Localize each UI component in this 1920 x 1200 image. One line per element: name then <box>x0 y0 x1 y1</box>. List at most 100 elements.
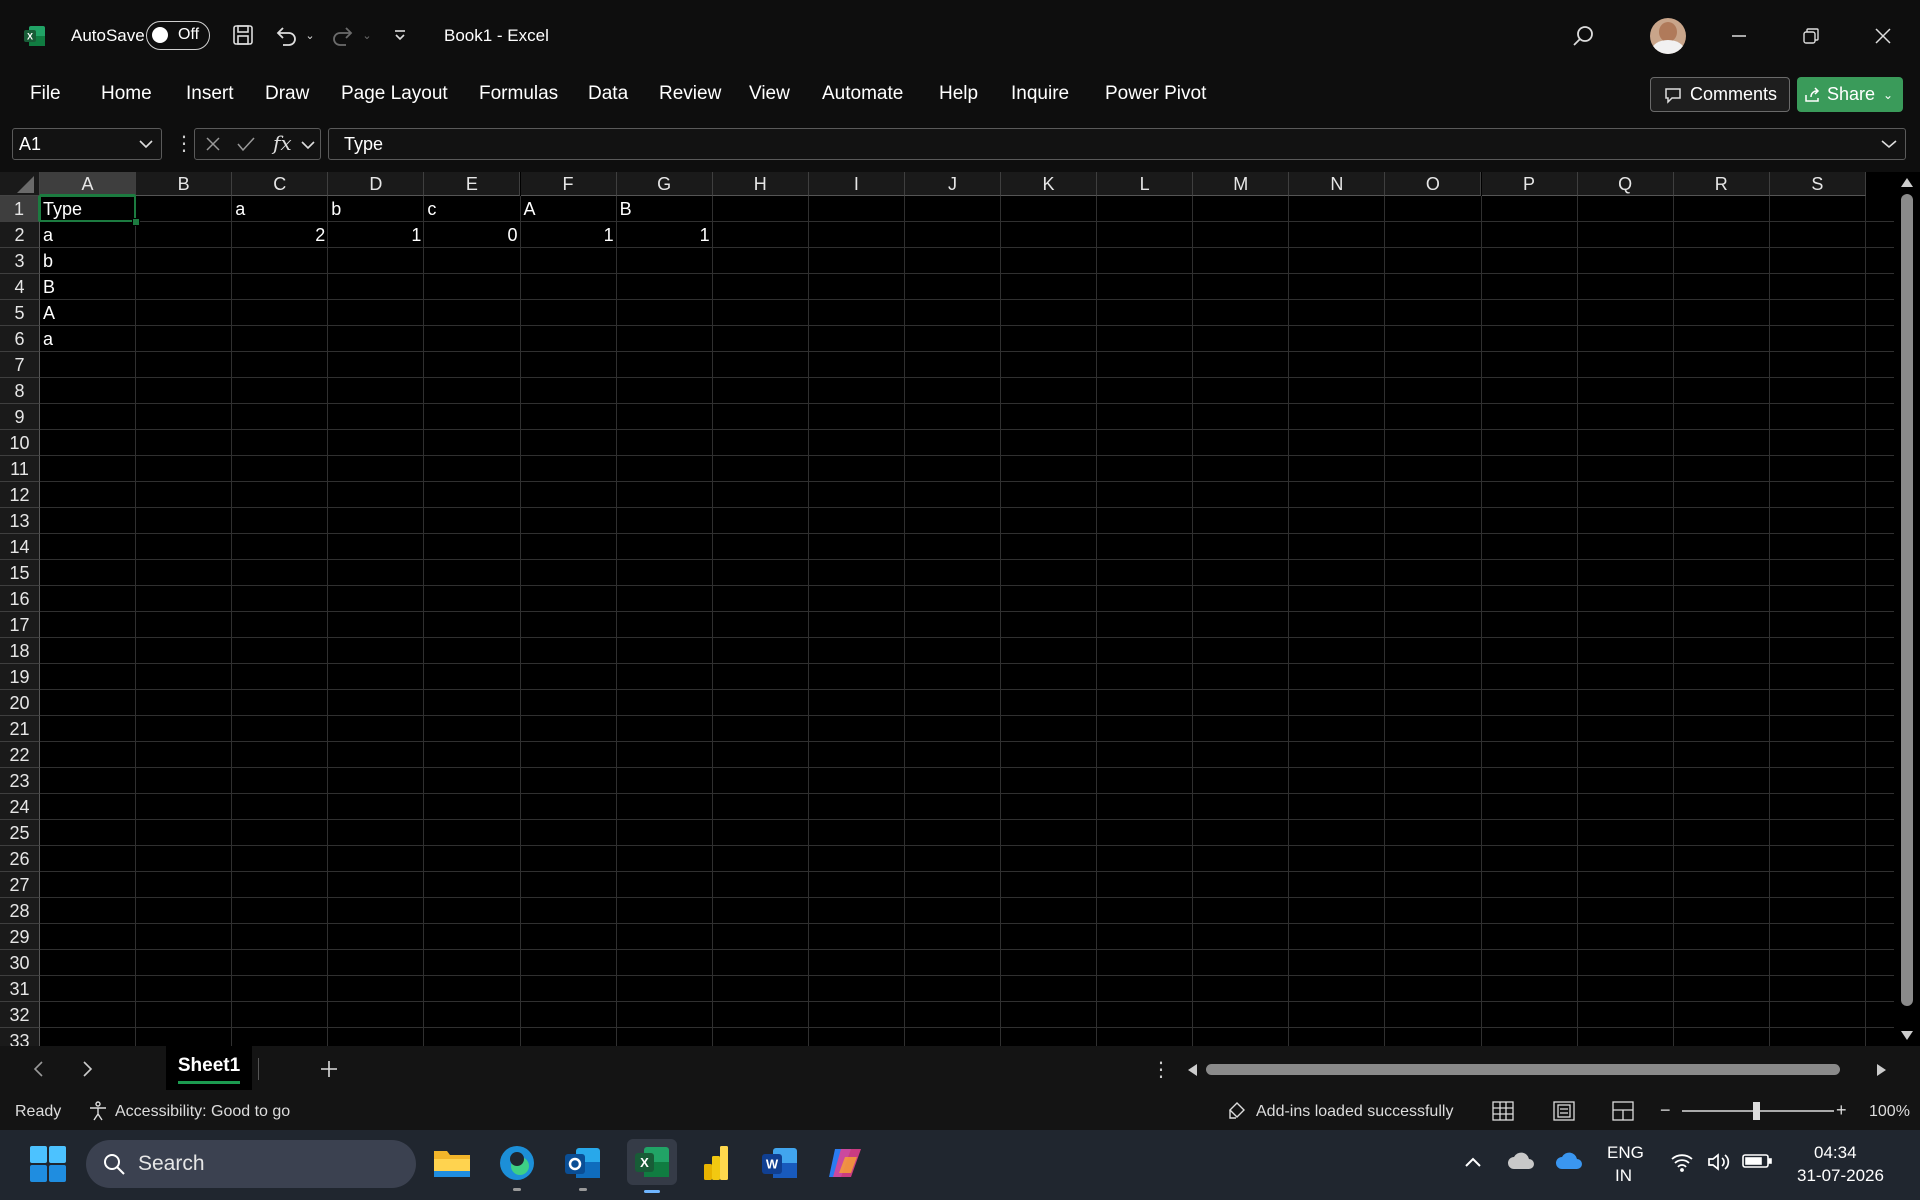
tab-home[interactable]: Home <box>101 83 152 105</box>
row-header-13[interactable]: 13 <box>0 508 40 534</box>
column-header-p[interactable]: P <box>1481 172 1578 196</box>
cell-c2[interactable]: 2 <box>232 222 328 248</box>
column-header-i[interactable]: I <box>808 172 905 196</box>
row-header-26[interactable]: 26 <box>0 846 40 872</box>
more-options-icon[interactable]: ⋮ <box>174 131 194 156</box>
cell-a6[interactable]: a <box>40 326 136 352</box>
vertical-scrollbar[interactable] <box>1894 172 1920 1046</box>
fill-handle[interactable] <box>132 218 141 226</box>
formula-input[interactable]: Type <box>328 128 1906 160</box>
tab-automate[interactable]: Automate <box>822 83 903 105</box>
customize-toolbar-icon[interactable] <box>390 20 410 50</box>
zoom-out-icon[interactable]: − <box>1660 1100 1671 1121</box>
next-sheet-icon[interactable] <box>82 1061 94 1077</box>
battery-icon[interactable] <box>1742 1153 1772 1169</box>
row-header-32[interactable]: 32 <box>0 1002 40 1028</box>
tab-data[interactable]: Data <box>588 83 628 105</box>
horizontal-scroll-thumb[interactable] <box>1206 1064 1840 1075</box>
column-header-a[interactable]: A <box>40 172 137 196</box>
cell-d2[interactable]: 1 <box>328 222 424 248</box>
cell-a3[interactable]: b <box>40 248 136 274</box>
tab-options-icon[interactable]: ⋮ <box>1151 1057 1171 1082</box>
row-header-2[interactable]: 2 <box>0 222 40 248</box>
row-header-17[interactable]: 17 <box>0 612 40 638</box>
volume-icon[interactable] <box>1706 1151 1730 1173</box>
zoom-in-icon[interactable]: + <box>1836 1100 1847 1121</box>
outlook-icon[interactable] <box>563 1143 603 1191</box>
clock-time[interactable]: 04:34 <box>1814 1143 1857 1163</box>
row-header-6[interactable]: 6 <box>0 326 40 352</box>
tab-help[interactable]: Help <box>939 83 978 105</box>
scroll-left-icon[interactable] <box>1186 1063 1198 1077</box>
windows-start-icon[interactable] <box>30 1146 66 1182</box>
row-header-30[interactable]: 30 <box>0 950 40 976</box>
chevron-down-icon[interactable] <box>301 140 315 150</box>
cell-a2[interactable]: a <box>40 222 136 248</box>
row-header-29[interactable]: 29 <box>0 924 40 950</box>
undo-dropdown-icon[interactable]: ⌄ <box>303 20 317 50</box>
zoom-slider-thumb[interactable] <box>1753 1102 1760 1120</box>
tab-view[interactable]: View <box>749 83 790 105</box>
column-header-c[interactable]: C <box>232 172 329 196</box>
expand-formula-bar-icon[interactable] <box>1881 139 1897 149</box>
redo-dropdown-icon[interactable]: ⌄ <box>360 20 374 50</box>
row-header-23[interactable]: 23 <box>0 768 40 794</box>
column-header-s[interactable]: S <box>1769 172 1866 196</box>
autosave-toggle[interactable]: Off <box>146 21 210 50</box>
previous-sheet-icon[interactable] <box>32 1061 44 1077</box>
row-header-15[interactable]: 15 <box>0 560 40 586</box>
column-header-l[interactable]: L <box>1097 172 1194 196</box>
tab-inquire[interactable]: Inquire <box>1011 83 1069 105</box>
row-header-1[interactable]: 1 <box>0 196 40 222</box>
language-top[interactable]: ENG <box>1607 1143 1644 1163</box>
row-header-16[interactable]: 16 <box>0 586 40 612</box>
onedrive-icon[interactable] <box>1555 1151 1583 1171</box>
clock-date[interactable]: 31-07-2026 <box>1797 1166 1884 1186</box>
enter-icon[interactable] <box>237 136 255 152</box>
row-header-4[interactable]: 4 <box>0 274 40 300</box>
scroll-up-icon[interactable] <box>1900 176 1914 188</box>
close-icon[interactable] <box>1863 20 1903 52</box>
worksheet-grid[interactable]: A B C D E F G H I J K L M N O P Q R S 1 2 3 4 5 6 7 8 9 10 11 12 13 14 15… <box>0 172 1920 1046</box>
add-sheet-icon[interactable] <box>319 1059 339 1079</box>
cell-g2[interactable]: 1 <box>617 222 713 248</box>
share-button[interactable]: Share ⌄ <box>1797 77 1903 112</box>
row-header-31[interactable]: 31 <box>0 976 40 1002</box>
row-header-5[interactable]: 5 <box>0 300 40 326</box>
column-header-r[interactable]: R <box>1673 172 1770 196</box>
minimize-icon[interactable] <box>1719 20 1759 52</box>
row-header-8[interactable]: 8 <box>0 378 40 404</box>
cell-f2[interactable]: 1 <box>521 222 617 248</box>
edge-browser-icon[interactable] <box>497 1143 537 1191</box>
scroll-right-icon[interactable] <box>1876 1063 1888 1077</box>
restore-icon[interactable] <box>1791 20 1831 52</box>
scroll-down-icon[interactable] <box>1900 1030 1914 1042</box>
excel-taskbar-icon[interactable]: X <box>627 1139 677 1193</box>
column-header-g[interactable]: G <box>616 172 713 196</box>
power-bi-icon[interactable] <box>696 1143 736 1183</box>
accessibility-icon[interactable] <box>87 1100 109 1122</box>
row-header-33[interactable]: 33 <box>0 1028 40 1046</box>
cell-d1[interactable]: b <box>328 196 424 222</box>
row-header-20[interactable]: 20 <box>0 690 40 716</box>
page-break-view-icon[interactable] <box>1612 1101 1634 1121</box>
column-header-d[interactable]: D <box>328 172 425 196</box>
avatar[interactable] <box>1650 18 1686 54</box>
row-header-7[interactable]: 7 <box>0 352 40 378</box>
cell-a4[interactable]: B <box>40 274 136 300</box>
cell-e2[interactable]: 0 <box>424 222 520 248</box>
tab-power-pivot[interactable]: Power Pivot <box>1105 83 1206 105</box>
column-header-q[interactable]: Q <box>1577 172 1674 196</box>
column-header-f[interactable]: F <box>520 172 617 196</box>
column-header-j[interactable]: J <box>904 172 1001 196</box>
cell-a5[interactable]: A <box>40 300 136 326</box>
column-header-m[interactable]: M <box>1193 172 1290 196</box>
row-header-19[interactable]: 19 <box>0 664 40 690</box>
insert-function-icon[interactable]: fx <box>273 131 292 155</box>
tab-page-layout[interactable]: Page Layout <box>341 83 448 105</box>
sheet-tab-sheet1[interactable]: Sheet1 <box>166 1046 252 1090</box>
zoom-slider[interactable] <box>1682 1102 1834 1120</box>
column-header-o[interactable]: O <box>1385 172 1482 196</box>
redo-icon[interactable] <box>327 20 359 50</box>
row-header-27[interactable]: 27 <box>0 872 40 898</box>
